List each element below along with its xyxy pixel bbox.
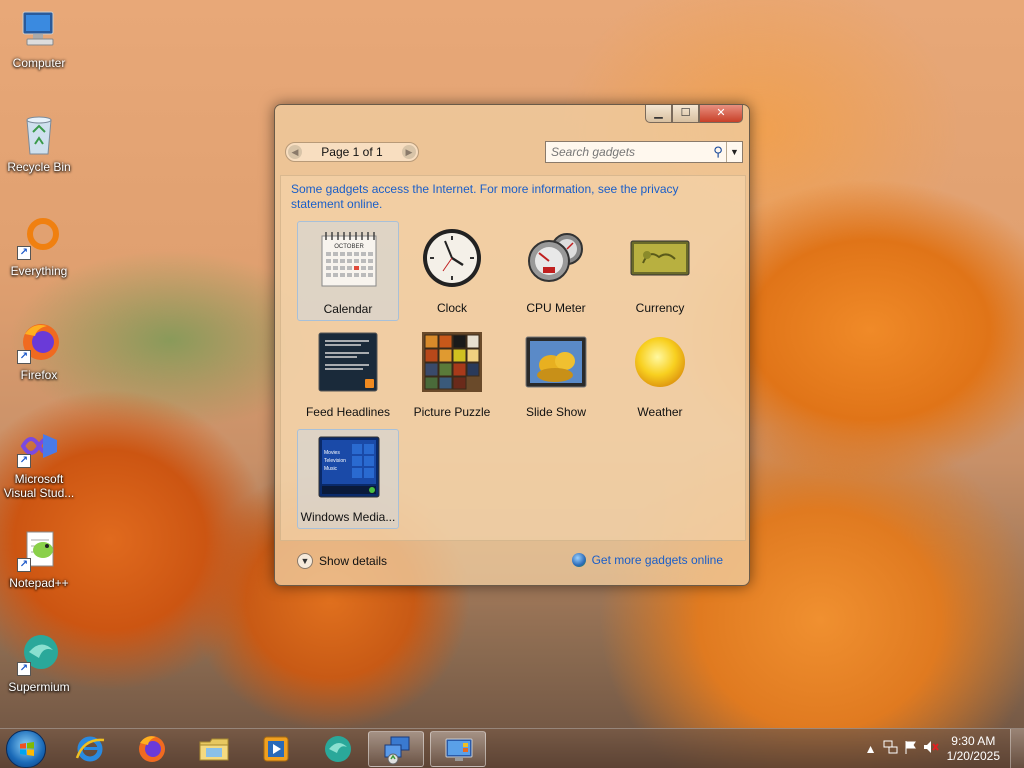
action-center-flag-icon[interactable] — [901, 739, 921, 759]
visual-studio-icon: ↗ — [17, 424, 61, 468]
gadget-gallery-window: ▁ ☐ ✕ ◀ Page 1 of 1 ▶ ⚲ ▼ Some gadgets a… — [274, 104, 750, 586]
taskbar-gadgets-control[interactable] — [430, 731, 486, 767]
desktop-icon-label: Firefox — [20, 368, 58, 382]
window-caption-buttons: ▁ ☐ ✕ — [645, 105, 743, 123]
windows-logo-icon — [20, 742, 34, 756]
notepad-plus-plus-icon: ↗ — [17, 528, 61, 572]
network-icon[interactable] — [881, 739, 901, 759]
minimize-button[interactable]: ▁ — [645, 105, 672, 123]
clock-date: 1/20/2025 — [946, 749, 1000, 763]
currency-icon — [629, 227, 691, 289]
globe-icon — [571, 553, 586, 567]
show-hidden-icons-button[interactable]: ▲ — [861, 739, 881, 759]
gadget-tile-currency[interactable]: Currency — [609, 221, 711, 321]
gadget-label: Windows Media... — [300, 510, 396, 524]
previous-page-button[interactable]: ◀ — [288, 145, 302, 159]
feed-headlines-icon — [317, 331, 379, 393]
taskbar-internet-explorer[interactable] — [62, 731, 118, 767]
supermium-icon — [325, 736, 351, 762]
desktop-icon-label: Supermium — [8, 680, 70, 694]
taskbar-clock[interactable]: 9:30 AM 1/20/2025 — [947, 734, 1000, 764]
svg-text:Music: Music — [324, 466, 338, 472]
media-player-icon — [263, 736, 289, 762]
recycle-bin-icon — [17, 112, 61, 156]
gadget-tile-feed-headlines[interactable]: Feed Headlines — [297, 325, 399, 425]
get-more-gadgets-link[interactable]: Get more gadgets online — [571, 553, 723, 567]
taskbar-remote-desktop[interactable] — [368, 731, 424, 767]
desktop-icon-label: Computer — [12, 56, 66, 70]
next-page-button[interactable]: ▶ — [401, 145, 416, 159]
desktop-icon-label: Recycle Bin — [7, 160, 71, 174]
gadget-tile-windows-media-center[interactable]: Movies Television Music Windows Media... — [297, 429, 399, 529]
firefox-icon: ↗ — [17, 320, 61, 364]
svg-text:OCTOBER: OCTOBER — [334, 244, 364, 250]
gadget-tile-picture-puzzle[interactable]: Picture Puzzle — [401, 325, 503, 425]
weather-icon — [629, 331, 691, 393]
gallery-footer: ▼ Show details Get more gadgets online — [275, 541, 749, 585]
gadget-label: Slide Show — [525, 405, 587, 419]
start-button[interactable] — [6, 730, 46, 768]
taskbar-file-explorer[interactable] — [186, 731, 242, 767]
page-navigator: ◀ Page 1 of 1 ▶ — [285, 142, 419, 162]
show-desktop-button[interactable] — [1010, 729, 1024, 768]
clock-time: 9:30 AM — [951, 734, 996, 748]
desktop-icon-firefox[interactable]: ↗ Firefox — [2, 320, 76, 382]
desktop-icon-label: Everything — [10, 264, 68, 278]
maximize-button[interactable]: ☐ — [672, 105, 699, 123]
desktop-icon-visual-studio[interactable]: ↗ Microsoft Visual Stud... — [2, 424, 76, 500]
gadgets-monitor-icon — [445, 738, 473, 761]
desktop-icon-recycle-bin[interactable]: Recycle Bin — [2, 112, 76, 174]
everything-icon: ↗ — [17, 216, 61, 260]
volume-muted-icon[interactable] — [921, 739, 941, 759]
computer-icon — [17, 8, 61, 52]
gadget-tile-cpu-meter[interactable]: CPU Meter — [505, 221, 607, 321]
desktop-icon-computer[interactable]: Computer — [2, 8, 76, 70]
search-box: ⚲ ▼ — [545, 141, 743, 163]
system-tray: ▲ 9:30 AM 1/20/2025 — [861, 729, 1024, 768]
gadget-label: CPU Meter — [526, 301, 586, 315]
show-details-label: Show details — [319, 554, 388, 568]
gadget-label: Currency — [635, 301, 685, 315]
show-details-toggle[interactable]: ▼ Show details — [297, 553, 387, 569]
search-input[interactable] — [546, 142, 710, 162]
remote-desktop-icon — [384, 736, 410, 765]
gadget-label: Weather — [637, 405, 683, 419]
taskbar: ▲ 9:30 AM 1/20/2025 — [0, 728, 1024, 768]
windows-media-icon: Movies Television Music — [318, 436, 380, 498]
internet-explorer-icon — [75, 736, 105, 762]
svg-text:Television: Television — [324, 458, 346, 464]
gadget-tile-slide-show[interactable]: Slide Show — [505, 325, 607, 425]
firefox-icon — [139, 736, 165, 762]
picture-puzzle-icon — [421, 331, 483, 393]
page-indicator: Page 1 of 1 — [321, 145, 383, 159]
get-more-gadgets-label: Get more gadgets online — [591, 553, 723, 567]
close-button[interactable]: ✕ — [699, 105, 743, 123]
supermium-icon: ↗ — [17, 632, 61, 676]
desktop-icon-label: Notepad++ — [9, 576, 69, 590]
desktop-icon-label: Microsoft Visual Stud... — [3, 472, 75, 500]
cpu-meter-icon — [525, 227, 587, 289]
search-dropdown-button[interactable]: ▼ — [726, 142, 742, 162]
gadget-tile-clock[interactable]: Clock — [401, 221, 503, 321]
taskbar-firefox[interactable] — [124, 731, 180, 767]
gadget-label: Picture Puzzle — [413, 405, 491, 419]
taskbar-media-player[interactable] — [248, 731, 304, 767]
gadget-label: Feed Headlines — [305, 405, 391, 419]
gadget-tile-calendar[interactable]: OCTOBER Calendar — [297, 221, 399, 321]
desktop-icon-supermium[interactable]: ↗ Supermium — [2, 632, 76, 694]
taskbar-supermium[interactable] — [310, 731, 366, 767]
privacy-notice-link[interactable]: Some gadgets access the Internet. For mo… — [291, 182, 701, 212]
clock-icon — [421, 227, 483, 289]
chevron-down-icon: ▼ — [297, 553, 313, 569]
search-icon[interactable]: ⚲ — [710, 144, 726, 160]
slide-show-icon — [525, 331, 587, 393]
gadget-tile-weather[interactable]: Weather — [609, 325, 711, 425]
svg-text:Movies: Movies — [324, 450, 340, 456]
gadget-label: Calendar — [323, 302, 373, 316]
gadget-label: Clock — [436, 301, 467, 315]
desktop-icon-everything[interactable]: ↗ Everything — [2, 216, 76, 278]
folder-icon — [199, 738, 229, 761]
calendar-icon: OCTOBER — [318, 228, 380, 290]
desktop-icon-notepad-plus-plus[interactable]: ↗ Notepad++ — [2, 528, 76, 590]
